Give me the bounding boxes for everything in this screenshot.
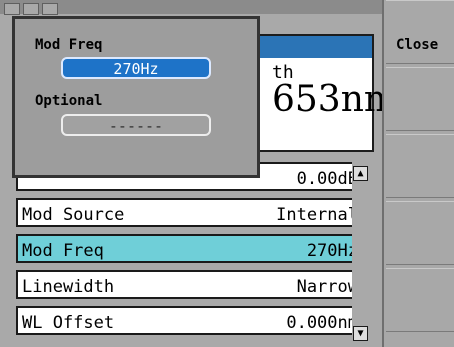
top-tab[interactable] — [42, 3, 58, 15]
close-softkey[interactable]: Close — [386, 0, 454, 64]
top-tab[interactable] — [4, 3, 20, 15]
softkey-2[interactable] — [386, 67, 454, 131]
softkey-4[interactable] — [386, 201, 454, 265]
top-tabs — [4, 0, 84, 15]
parameter-label: WL Offset — [22, 313, 115, 333]
popup-optional-label: Optional — [35, 93, 103, 109]
top-strip — [0, 0, 382, 15]
softkey-label: Close — [396, 37, 439, 53]
parameter-value: Narrow — [296, 277, 358, 297]
parameter-list: 0.00dB Mod Source Internal Mod Freq 270H… — [16, 162, 366, 344]
softkey-panel: Close — [382, 0, 454, 347]
softkey-3[interactable] — [386, 134, 454, 198]
parameter-value: 0.000nm — [286, 313, 358, 333]
parameter-label: Mod Source — [22, 205, 125, 225]
parameter-row-linewidth[interactable]: Linewidth Narrow — [16, 270, 366, 299]
parameter-row-wl-offset[interactable]: WL Offset 0.000nm — [16, 306, 366, 335]
softkey-5[interactable] — [386, 268, 454, 332]
popup-mod-freq-label: Mod Freq — [35, 37, 103, 53]
parameter-row-mod-source[interactable]: Mod Source Internal — [16, 198, 366, 227]
parameter-value: Internal — [276, 205, 358, 225]
measurement-value: 653nm — [272, 79, 399, 120]
parameter-value: 270Hz — [306, 241, 358, 261]
top-tab[interactable] — [23, 3, 39, 15]
parameter-scrollbar[interactable]: ▲ ▼ — [352, 162, 370, 344]
mod-freq-popup: Mod Freq 270Hz Optional ------ — [12, 16, 260, 178]
parameter-label: Linewidth — [22, 277, 115, 297]
scroll-up-icon[interactable]: ▲ — [353, 166, 368, 181]
popup-mod-freq-value: 270Hz — [113, 60, 159, 78]
parameter-label: Mod Freq — [22, 241, 104, 261]
popup-mod-freq-field[interactable]: 270Hz — [61, 57, 211, 79]
parameter-value: 0.00dB — [296, 169, 358, 189]
scroll-down-icon[interactable]: ▼ — [353, 326, 368, 341]
popup-optional-field[interactable]: ------ — [61, 114, 211, 136]
popup-optional-value: ------ — [108, 117, 164, 135]
parameter-row-mod-freq[interactable]: Mod Freq 270Hz — [16, 234, 366, 263]
